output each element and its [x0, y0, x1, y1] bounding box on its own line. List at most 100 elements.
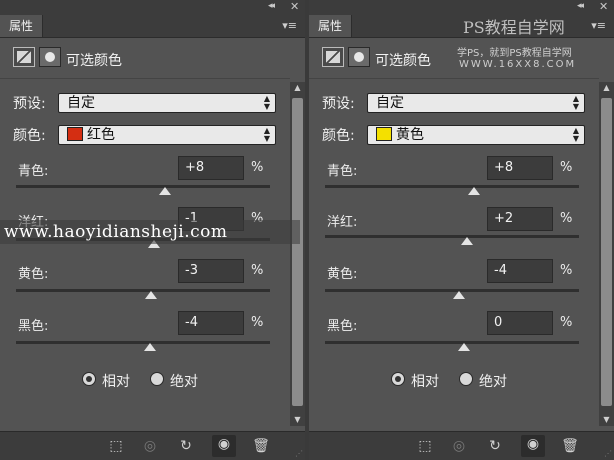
radio-unselected-icon [150, 372, 164, 386]
clip-to-layer-icon[interactable]: ⬚ [107, 437, 125, 455]
percent-sign: % [251, 160, 264, 175]
color-value: 红色 [87, 127, 115, 143]
visibility-eye-icon[interactable]: ◉ [521, 435, 545, 457]
radio-unselected-icon [459, 372, 473, 386]
percent-sign: % [251, 315, 264, 330]
value-input[interactable]: -4 [487, 259, 553, 283]
slider-track[interactable] [325, 235, 579, 238]
scroll-up-icon[interactable]: ▲ [290, 82, 305, 94]
slider-label: 黑色: [18, 319, 49, 334]
visibility-eye-icon[interactable]: ◉ [212, 435, 236, 457]
view-previous-icon[interactable]: ◎ [141, 437, 159, 455]
radio-absolute-label: 绝对 [479, 374, 507, 390]
select-arrows-icon: ▲ ▼ [263, 126, 270, 143]
scrollbar-thumb[interactable] [292, 98, 303, 406]
watermark-site-url: WWW.16XX8.COM [459, 59, 577, 70]
slider-thumb[interactable] [458, 343, 470, 351]
watermark-tagline: 学PS，就到PS教程自学网 [457, 48, 572, 59]
preset-value: 自定 [376, 95, 404, 111]
trash-icon[interactable]: 🗑 [252, 437, 270, 455]
preset-label: 预设: [322, 96, 355, 112]
slider-thumb[interactable] [452, 291, 465, 299]
view-previous-icon[interactable]: ◎ [450, 437, 468, 455]
preset-value: 自定 [67, 95, 95, 111]
slider-thumb[interactable] [159, 187, 172, 195]
close-icon[interactable]: ✕ [290, 0, 299, 13]
slider-track[interactable] [16, 185, 270, 188]
value-input[interactable]: +8 [178, 156, 244, 180]
slider-track[interactable] [325, 341, 579, 344]
color-swatch [67, 127, 83, 141]
collapse-icon[interactable]: ◂◂ [577, 1, 584, 11]
percent-sign: % [560, 211, 573, 226]
adjustment-layer-icon[interactable] [322, 47, 344, 67]
reset-icon[interactable]: ↻ [177, 437, 195, 455]
preset-select[interactable]: 自定 ▲ ▼ [58, 93, 276, 113]
clip-to-layer-icon[interactable]: ⬚ [416, 437, 434, 455]
slider-label: 黄色: [18, 267, 49, 282]
scroll-down-icon[interactable]: ▼ [290, 414, 305, 426]
watermark-url: www.haoyidiansheji.com [0, 220, 300, 244]
color-select[interactable]: 黄色 ▲ ▼ [367, 125, 585, 145]
radio-selected-icon [391, 372, 405, 386]
close-icon[interactable]: ✕ [599, 0, 608, 13]
slider-track[interactable] [325, 185, 579, 188]
scrollbar-thumb[interactable] [601, 98, 612, 406]
resize-grip-icon[interactable]: ⋰ [604, 449, 612, 458]
vertical-scrollbar[interactable]: ▲ ▼ [599, 82, 614, 426]
bottom-toolbar: ⬚ ◎ ↻ ◉ 🗑 ⋰ [0, 431, 305, 460]
percent-sign: % [560, 263, 573, 278]
adjustment-layer-icon[interactable] [13, 47, 35, 67]
vertical-scrollbar[interactable]: ▲ ▼ [290, 82, 305, 426]
panel-menu-icon[interactable]: ▾≡ [282, 19, 297, 32]
tab-properties[interactable]: 属性 [309, 15, 352, 37]
watermark-site-name: PS教程自学网 [463, 18, 565, 37]
scroll-up-icon[interactable]: ▲ [599, 82, 614, 94]
bottom-toolbar: ⬚ ◎ ↻ ◉ 🗑 ⋰ [309, 431, 614, 460]
radio-relative-label: 相对 [102, 374, 130, 390]
select-arrows-icon: ▲ ▼ [572, 126, 579, 143]
slider-label: 青色: [18, 164, 49, 179]
color-label: 颜色: [322, 128, 355, 144]
tab-bar: 属性 ▾≡ [0, 15, 305, 38]
slider-thumb[interactable] [145, 291, 158, 299]
divider [0, 78, 290, 79]
adjustment-title: 可选颜色 [66, 53, 122, 69]
preset-select[interactable]: 自定 ▲ ▼ [367, 93, 585, 113]
tab-properties[interactable]: 属性 [0, 15, 43, 37]
slider-label: 黄色: [327, 267, 358, 282]
slider-track[interactable] [16, 289, 270, 292]
value-input[interactable]: -3 [178, 259, 244, 283]
slider-label: 青色: [327, 164, 358, 179]
panel-menu-icon[interactable]: ▾≡ [591, 19, 606, 32]
percent-sign: % [251, 263, 264, 278]
value-input[interactable]: -4 [178, 311, 244, 335]
color-value: 黄色 [396, 127, 424, 143]
scroll-down-icon[interactable]: ▼ [599, 414, 614, 426]
layer-mask-icon[interactable] [39, 47, 61, 67]
panel-top-strip: ◂◂ ✕ [309, 0, 614, 15]
value-input[interactable]: 0 [487, 311, 553, 335]
value-input[interactable]: +2 [487, 207, 553, 231]
tab-bar: 属性 ▾≡ [309, 15, 614, 38]
select-arrows-icon: ▲ ▼ [572, 94, 579, 111]
trash-icon[interactable]: 🗑 [561, 437, 579, 455]
slider-thumb[interactable] [460, 237, 473, 245]
slider-thumb[interactable] [143, 343, 156, 351]
adjustment-title: 可选颜色 [375, 53, 431, 69]
percent-sign: % [560, 160, 573, 175]
slider-label: 洋红: [327, 215, 358, 230]
value-input[interactable]: +8 [487, 156, 553, 180]
resize-grip-icon[interactable]: ⋰ [295, 449, 303, 458]
radio-selected-icon [82, 372, 96, 386]
collapse-icon[interactable]: ◂◂ [268, 1, 275, 11]
panel-top-strip: ◂◂ ✕ [0, 0, 305, 15]
layer-mask-icon[interactable] [348, 47, 370, 67]
color-select[interactable]: 红色 ▲ ▼ [58, 125, 276, 145]
slider-thumb[interactable] [468, 187, 481, 195]
color-label: 颜色: [13, 128, 46, 144]
reset-icon[interactable]: ↻ [486, 437, 504, 455]
preset-label: 预设: [13, 96, 46, 112]
divider [309, 78, 599, 79]
select-arrows-icon: ▲ ▼ [263, 94, 270, 111]
